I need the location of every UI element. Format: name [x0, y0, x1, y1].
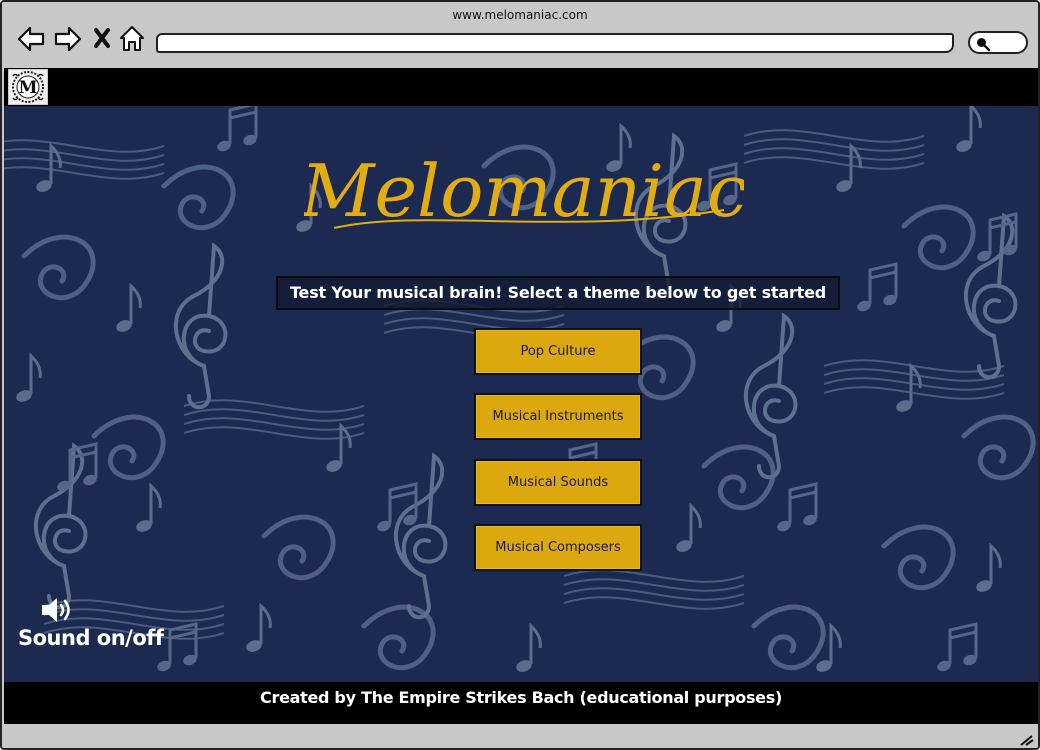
theme-button-musical-instruments[interactable]: Musical Instruments [474, 393, 642, 440]
browser-search-field[interactable] [968, 31, 1028, 54]
theme-button-musical-composers[interactable]: Musical Composers [474, 524, 642, 571]
sound-toggle-label[interactable]: Sound on/off [18, 626, 164, 650]
page-viewport: M Melomaniac Test Your musical brain! Se… [4, 68, 1038, 724]
theme-button-pop-culture[interactable]: Pop Culture [474, 328, 642, 375]
site-title: Melomaniac [304, 149, 744, 233]
hero-section: Melomaniac Test Your musical brain! Sele… [4, 106, 1038, 682]
logo-emblem-icon: M [12, 71, 44, 103]
browser-statusbar [2, 724, 1038, 748]
home-icon[interactable] [118, 24, 148, 54]
close-icon[interactable] [90, 24, 120, 54]
sound-toggle[interactable]: Sound on/off [18, 596, 178, 656]
top-navbar: M [4, 68, 1038, 106]
browser-toolbar: www.melomaniac.com [2, 2, 1038, 68]
search-icon [977, 38, 991, 52]
footer: Created by The Empire Strikes Bach (educ… [4, 682, 1038, 724]
site-logo[interactable]: M [8, 69, 48, 105]
browser-window: www.melomaniac.com M Melomaniac Test You… [0, 0, 1040, 750]
url-text: www.melomaniac.com [452, 8, 588, 22]
back-arrow-icon[interactable] [16, 24, 46, 54]
forward-arrow-icon[interactable] [53, 24, 83, 54]
address-bar[interactable] [156, 33, 954, 53]
site-title-text: Melomaniac [304, 149, 744, 233]
tagline: Test Your musical brain! Select a theme … [276, 276, 840, 310]
theme-button-musical-sounds[interactable]: Musical Sounds [474, 459, 642, 506]
logo-letter: M [19, 78, 38, 98]
speaker-icon[interactable] [40, 596, 76, 624]
resize-grip-icon[interactable] [1018, 732, 1034, 746]
